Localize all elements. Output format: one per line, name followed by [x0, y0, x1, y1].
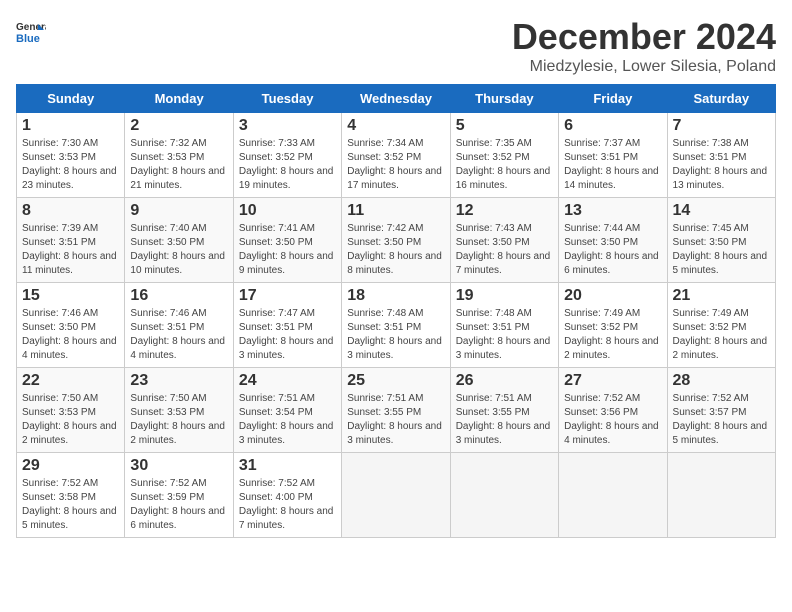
- table-row: 10 Sunrise: 7:41 AM Sunset: 3:50 PM Dayl…: [233, 198, 341, 283]
- calendar-table: Sunday Monday Tuesday Wednesday Thursday…: [16, 84, 776, 538]
- table-row: 21 Sunrise: 7:49 AM Sunset: 3:52 PM Dayl…: [667, 283, 775, 368]
- table-row: 6 Sunrise: 7:37 AM Sunset: 3:51 PM Dayli…: [559, 113, 667, 198]
- week-row: 15 Sunrise: 7:46 AM Sunset: 3:50 PM Dayl…: [17, 283, 776, 368]
- week-row: 8 Sunrise: 7:39 AM Sunset: 3:51 PM Dayli…: [17, 198, 776, 283]
- location-title: Miedzylesie, Lower Silesia, Poland: [512, 58, 776, 76]
- empty-cell: [342, 453, 450, 538]
- table-row: 17 Sunrise: 7:47 AM Sunset: 3:51 PM Dayl…: [233, 283, 341, 368]
- empty-cell: [667, 453, 775, 538]
- table-row: 9 Sunrise: 7:40 AM Sunset: 3:50 PM Dayli…: [125, 198, 233, 283]
- table-row: 4 Sunrise: 7:34 AM Sunset: 3:52 PM Dayli…: [342, 113, 450, 198]
- table-row: 27 Sunrise: 7:52 AM Sunset: 3:56 PM Dayl…: [559, 368, 667, 453]
- table-row: 20 Sunrise: 7:49 AM Sunset: 3:52 PM Dayl…: [559, 283, 667, 368]
- svg-text:Blue: Blue: [16, 33, 40, 45]
- title-section: December 2024 Miedzylesie, Lower Silesia…: [512, 16, 776, 76]
- week-row: 1 Sunrise: 7:30 AM Sunset: 3:53 PM Dayli…: [17, 113, 776, 198]
- table-row: 30 Sunrise: 7:52 AM Sunset: 3:59 PM Dayl…: [125, 453, 233, 538]
- table-row: 14 Sunrise: 7:45 AM Sunset: 3:50 PM Dayl…: [667, 198, 775, 283]
- table-row: 15 Sunrise: 7:46 AM Sunset: 3:50 PM Dayl…: [17, 283, 125, 368]
- col-friday: Friday: [559, 85, 667, 113]
- table-row: 25 Sunrise: 7:51 AM Sunset: 3:55 PM Dayl…: [342, 368, 450, 453]
- week-row: 29 Sunrise: 7:52 AM Sunset: 3:58 PM Dayl…: [17, 453, 776, 538]
- table-row: 1 Sunrise: 7:30 AM Sunset: 3:53 PM Dayli…: [17, 113, 125, 198]
- col-tuesday: Tuesday: [233, 85, 341, 113]
- table-row: 19 Sunrise: 7:48 AM Sunset: 3:51 PM Dayl…: [450, 283, 558, 368]
- logo: General Blue: [16, 16, 46, 46]
- month-title: December 2024: [512, 16, 776, 58]
- table-row: 28 Sunrise: 7:52 AM Sunset: 3:57 PM Dayl…: [667, 368, 775, 453]
- col-sunday: Sunday: [17, 85, 125, 113]
- col-monday: Monday: [125, 85, 233, 113]
- table-row: 3 Sunrise: 7:33 AM Sunset: 3:52 PM Dayli…: [233, 113, 341, 198]
- header-row: Sunday Monday Tuesday Wednesday Thursday…: [17, 85, 776, 113]
- table-row: 11 Sunrise: 7:42 AM Sunset: 3:50 PM Dayl…: [342, 198, 450, 283]
- table-row: 18 Sunrise: 7:48 AM Sunset: 3:51 PM Dayl…: [342, 283, 450, 368]
- table-row: 12 Sunrise: 7:43 AM Sunset: 3:50 PM Dayl…: [450, 198, 558, 283]
- empty-cell: [559, 453, 667, 538]
- empty-cell: [450, 453, 558, 538]
- table-row: 31 Sunrise: 7:52 AM Sunset: 4:00 PM Dayl…: [233, 453, 341, 538]
- col-saturday: Saturday: [667, 85, 775, 113]
- table-row: 2 Sunrise: 7:32 AM Sunset: 3:53 PM Dayli…: [125, 113, 233, 198]
- table-row: 8 Sunrise: 7:39 AM Sunset: 3:51 PM Dayli…: [17, 198, 125, 283]
- week-row: 22 Sunrise: 7:50 AM Sunset: 3:53 PM Dayl…: [17, 368, 776, 453]
- table-row: 16 Sunrise: 7:46 AM Sunset: 3:51 PM Dayl…: [125, 283, 233, 368]
- table-row: 5 Sunrise: 7:35 AM Sunset: 3:52 PM Dayli…: [450, 113, 558, 198]
- table-row: 13 Sunrise: 7:44 AM Sunset: 3:50 PM Dayl…: [559, 198, 667, 283]
- table-row: 23 Sunrise: 7:50 AM Sunset: 3:53 PM Dayl…: [125, 368, 233, 453]
- table-row: 22 Sunrise: 7:50 AM Sunset: 3:53 PM Dayl…: [17, 368, 125, 453]
- col-thursday: Thursday: [450, 85, 558, 113]
- table-row: 24 Sunrise: 7:51 AM Sunset: 3:54 PM Dayl…: [233, 368, 341, 453]
- table-row: 7 Sunrise: 7:38 AM Sunset: 3:51 PM Dayli…: [667, 113, 775, 198]
- table-row: 26 Sunrise: 7:51 AM Sunset: 3:55 PM Dayl…: [450, 368, 558, 453]
- header: General Blue December 2024 Miedzylesie, …: [16, 16, 776, 76]
- table-row: 29 Sunrise: 7:52 AM Sunset: 3:58 PM Dayl…: [17, 453, 125, 538]
- col-wednesday: Wednesday: [342, 85, 450, 113]
